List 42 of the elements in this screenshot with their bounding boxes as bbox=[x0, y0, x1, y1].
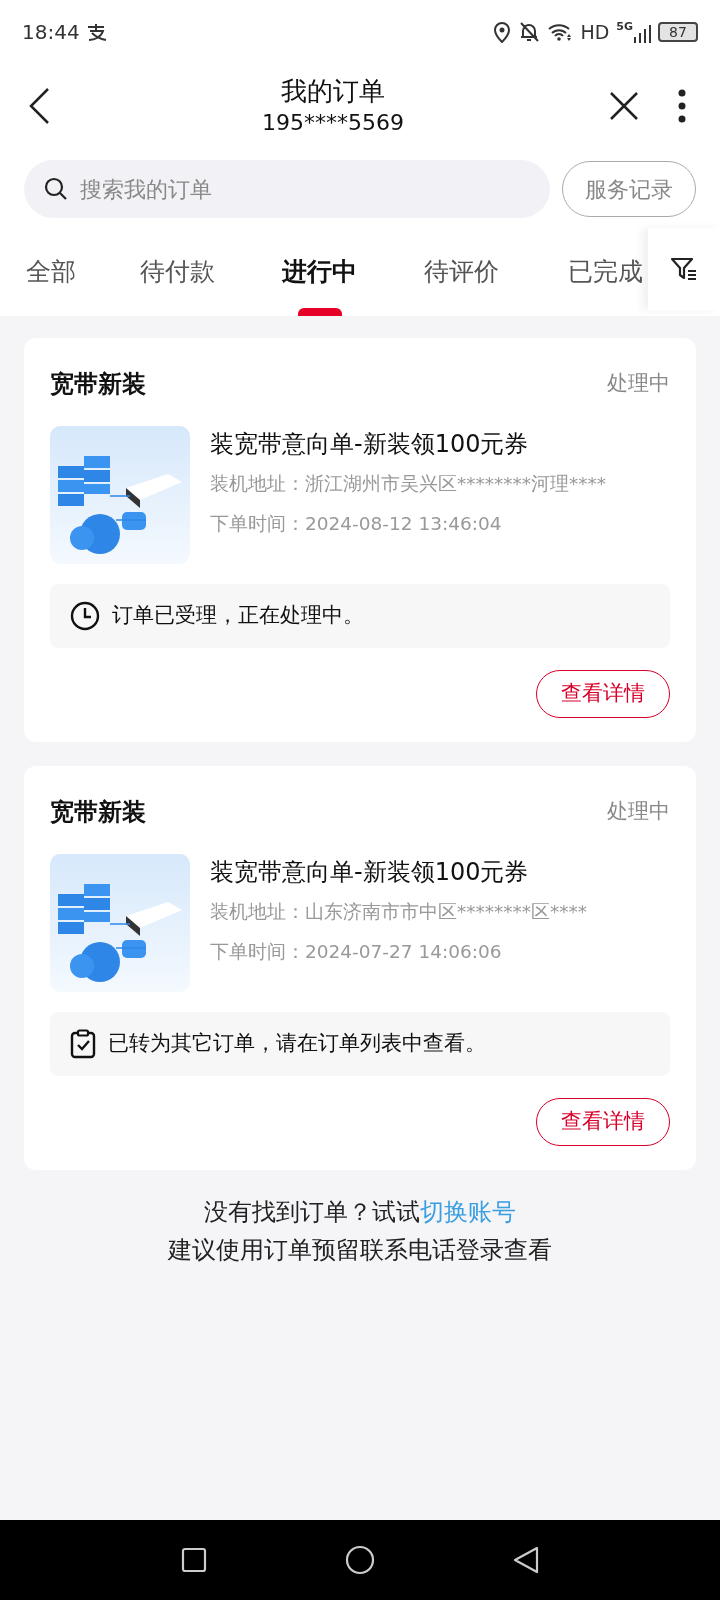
filter-icon bbox=[670, 256, 698, 282]
page-title: 我的订单 bbox=[281, 75, 385, 108]
order-tab[interactable]: 全部 bbox=[26, 228, 76, 316]
signal-icon bbox=[633, 25, 651, 43]
network-generation: 5G bbox=[616, 21, 633, 32]
back-icon bbox=[28, 87, 50, 125]
filter-button[interactable] bbox=[648, 228, 720, 310]
network-label: HD bbox=[580, 19, 610, 45]
phone-number: 195****5569 bbox=[262, 109, 404, 137]
location-icon bbox=[493, 21, 512, 43]
clock-time: 18:44 bbox=[22, 19, 80, 46]
order-status: 处理中 bbox=[607, 798, 670, 826]
no-order-prompt: 没有找到订单？试试 bbox=[204, 1197, 420, 1228]
battery-indicator: 87 bbox=[658, 22, 698, 42]
product-name: 装宽带意向单-新装领100元券 bbox=[210, 429, 530, 460]
clipboard-check-icon bbox=[70, 1029, 96, 1059]
muted-bell-icon bbox=[518, 21, 541, 43]
install-address: 装机地址：山东济南市市中区********区**** bbox=[210, 900, 587, 924]
order-tab[interactable]: 待评价 bbox=[424, 228, 499, 316]
order-tab[interactable]: 进行中 bbox=[282, 228, 357, 316]
notice-text: 已转为其它订单，请在订单列表中查看。 bbox=[108, 1030, 486, 1058]
order-tab[interactable]: 待付款 bbox=[140, 228, 215, 316]
home-icon[interactable] bbox=[345, 1545, 375, 1575]
wifi-icon bbox=[547, 22, 574, 42]
login-hint: 建议使用订单预留联系电话登录查看 bbox=[168, 1235, 552, 1266]
search-field[interactable]: 搜索我的订单 bbox=[24, 160, 550, 218]
clock-icon bbox=[70, 601, 100, 631]
back-nav-icon[interactable] bbox=[513, 1546, 539, 1574]
notice-text: 订单已受理，正在处理中。 bbox=[112, 602, 364, 630]
product-name: 装宽带意向单-新装领100元券 bbox=[210, 857, 530, 888]
close-icon bbox=[609, 91, 639, 121]
order-category: 宽带新装 bbox=[50, 369, 146, 400]
search-icon bbox=[44, 177, 68, 201]
order-category: 宽带新装 bbox=[50, 797, 146, 828]
recent-apps-icon[interactable] bbox=[181, 1547, 207, 1573]
install-address: 装机地址：浙江湖州市吴兴区********河理**** bbox=[210, 472, 606, 496]
payment-app-icon bbox=[85, 23, 108, 41]
order-tab[interactable]: 已完成 bbox=[568, 228, 643, 316]
order-time: 下单时间：2024-07-27 14:06:06 bbox=[210, 939, 503, 964]
more-icon bbox=[678, 89, 686, 123]
order-status: 处理中 bbox=[607, 370, 670, 398]
order-time: 下单时间：2024-08-12 13:46:04 bbox=[210, 511, 503, 536]
